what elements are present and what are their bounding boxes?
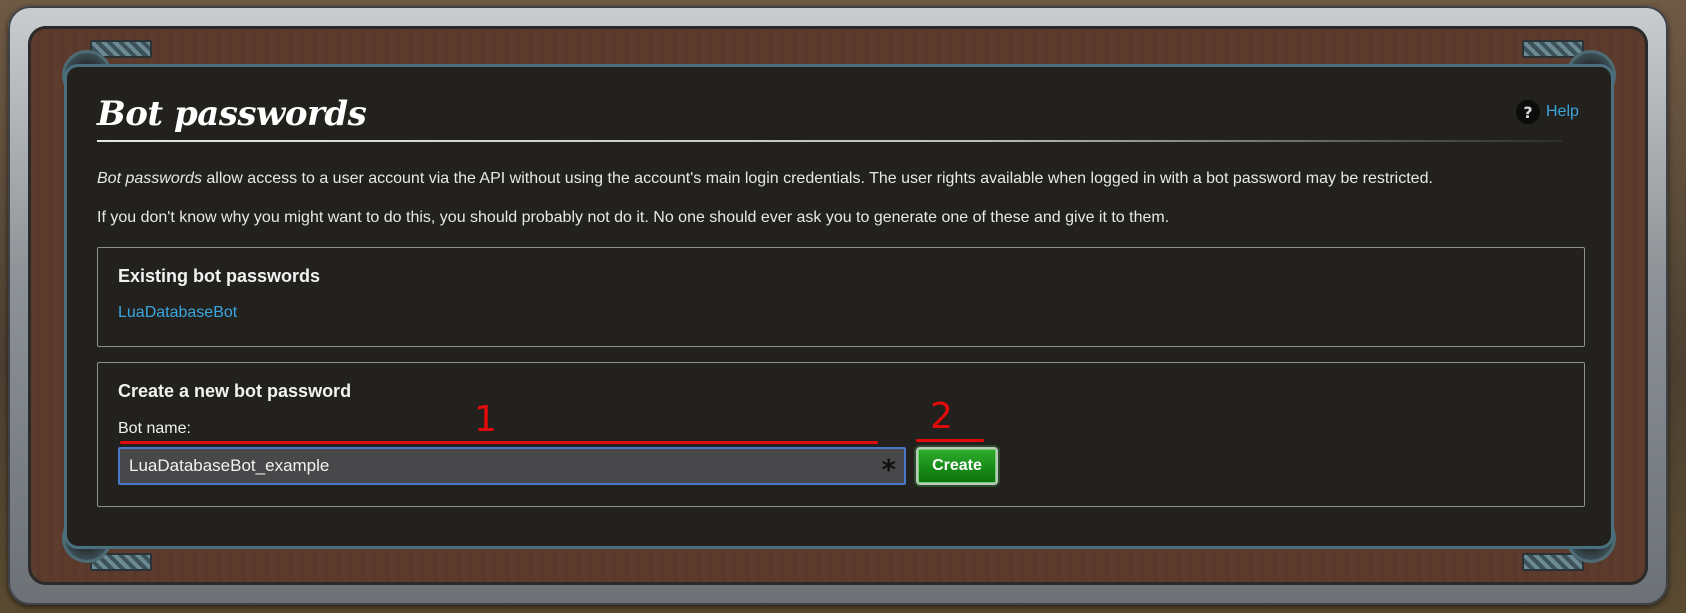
- create-button[interactable]: Create: [916, 447, 998, 485]
- intro-paragraph: Bot passwords allow access to a user acc…: [97, 170, 1433, 188]
- title-divider: [97, 140, 1562, 142]
- help-label: Help: [1546, 103, 1579, 120]
- intro-text: allow access to a user account via the A…: [201, 170, 1433, 187]
- warning-paragraph: If you don't know why you might want to …: [97, 209, 1170, 226]
- annotation-number-1: 1: [474, 399, 497, 440]
- annotation-number-2: 2: [930, 396, 953, 437]
- existing-section-legend: Existing bot passwords: [118, 266, 321, 286]
- create-section-legend: Create a new bot password: [118, 381, 352, 401]
- required-asterisk-icon: *: [881, 453, 896, 486]
- page-header: Bot passwords: [97, 90, 1587, 142]
- bot-password-link[interactable]: LuaDatabaseBot: [118, 304, 237, 322]
- intro-emphasis: Bot passwords: [97, 170, 202, 187]
- game-frame: Bot passwords ? Help Bot passwords allow…: [0, 0, 1686, 613]
- help-link[interactable]: ? Help: [1516, 100, 1579, 124]
- annotation-underline-2: [916, 439, 984, 442]
- bot-name-field[interactable]: *: [118, 447, 906, 485]
- bot-name-input[interactable]: [120, 455, 882, 477]
- help-question-icon: ?: [1516, 100, 1540, 124]
- bot-name-label: Bot name:: [118, 420, 191, 437]
- annotation-underline-1: [120, 441, 878, 444]
- create-bot-password-section: Create a new bot password Bot name: 1 2 …: [97, 362, 1585, 507]
- existing-bot-passwords-section: Existing bot passwords LuaDatabaseBot: [97, 247, 1585, 347]
- page-title: Bot passwords: [97, 94, 367, 134]
